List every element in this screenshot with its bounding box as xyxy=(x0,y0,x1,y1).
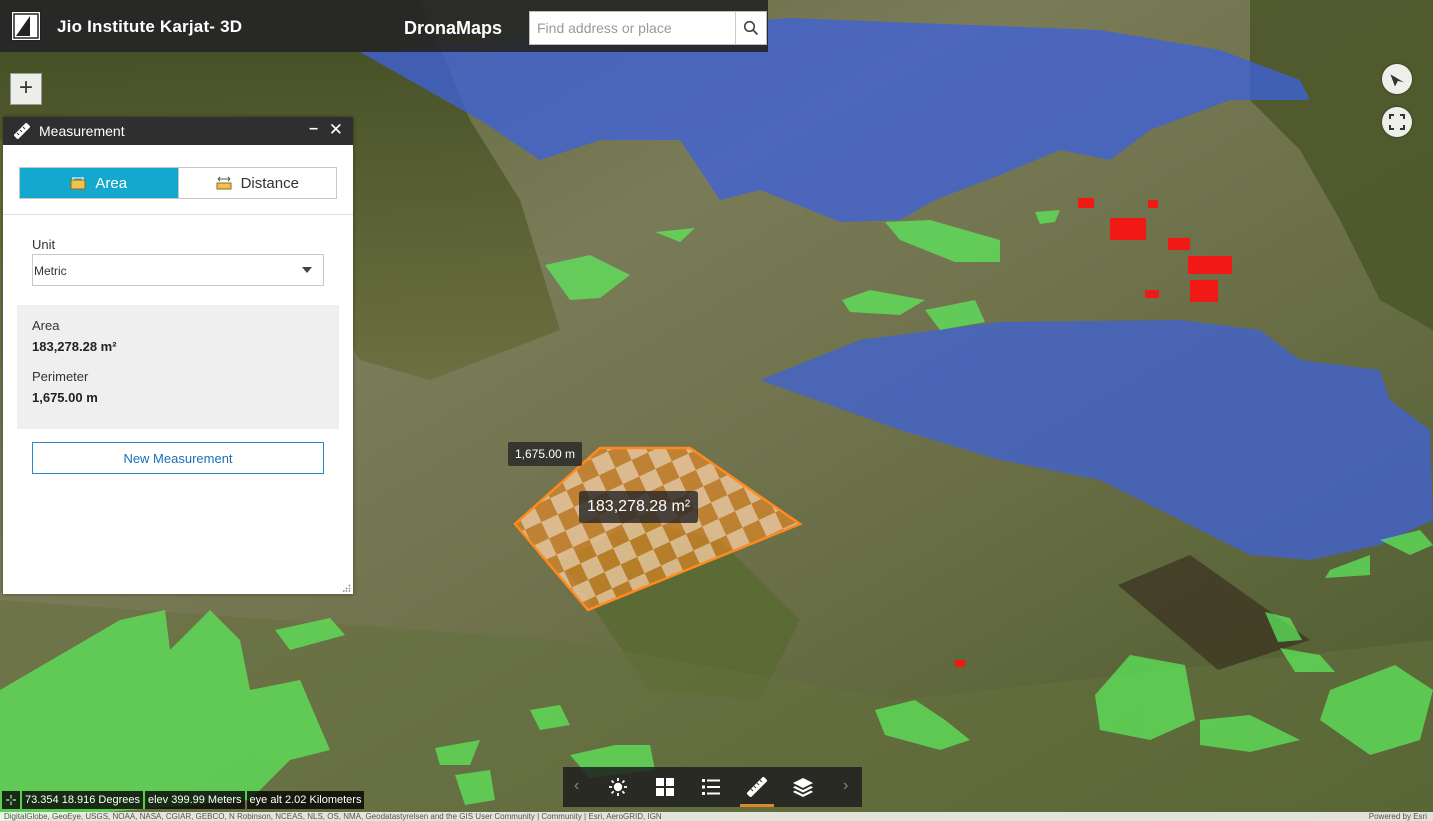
panel-divider xyxy=(3,214,353,215)
toolbar-prev-button[interactable]: ‹ xyxy=(574,777,579,795)
search-input[interactable] xyxy=(530,12,736,44)
sun-icon[interactable] xyxy=(605,774,631,800)
area-icon xyxy=(70,177,86,190)
bottom-toolbar: ‹ › xyxy=(563,767,862,807)
chevron-down-icon xyxy=(302,267,312,273)
search-icon xyxy=(743,20,759,36)
tab-area-label: Area xyxy=(95,174,128,192)
tab-distance[interactable]: Distance xyxy=(177,168,336,198)
ruler-icon xyxy=(14,123,30,139)
grid-icon[interactable] xyxy=(652,774,678,800)
panel-title: Measurement xyxy=(39,123,125,139)
close-button[interactable]: ✕ xyxy=(329,120,343,140)
unit-select[interactable]: Metric xyxy=(32,254,324,286)
logo-icon xyxy=(13,13,39,39)
toolbar-next-button[interactable]: › xyxy=(843,777,848,795)
measure-mode-tabs: Area Distance xyxy=(19,167,337,199)
area-tooltip: 183,278.28 m² xyxy=(579,491,699,523)
perimeter-label: Perimeter xyxy=(32,369,89,384)
resize-grip-icon[interactable] xyxy=(343,584,351,592)
measurement-results: Area 183,278.28 m² Perimeter 1,675.00 m xyxy=(17,305,339,429)
perimeter-tooltip: 1,675.00 m xyxy=(508,442,583,466)
measurement-panel: Measurement – ✕ Area Distance Unit Metri… xyxy=(3,117,353,594)
crosshair-icon[interactable] xyxy=(2,791,20,809)
compass-icon xyxy=(1390,74,1405,87)
area-value: 183,278.28 m² xyxy=(32,339,117,354)
coordinate-bar: 73.354 18.916 Degrees elev 399.99 Meters… xyxy=(2,791,365,809)
tab-area[interactable]: Area xyxy=(20,168,178,198)
attribution-text: DigitalGlobe, GeoEye, USGS, NOAA, NASA, … xyxy=(4,812,662,821)
app-logo xyxy=(11,11,41,41)
list-icon[interactable] xyxy=(698,774,724,800)
zoom-in-button[interactable]: + xyxy=(10,73,42,105)
fullscreen-icon xyxy=(1389,114,1405,130)
ruler-icon[interactable] xyxy=(740,774,774,807)
search-button[interactable] xyxy=(735,12,766,44)
unit-label: Unit xyxy=(32,237,56,252)
panel-header: Measurement – ✕ xyxy=(3,117,353,145)
search-box xyxy=(529,11,767,45)
perimeter-value: 1,675.00 m xyxy=(32,390,98,405)
brand-name: DronaMaps xyxy=(404,18,503,38)
fullscreen-button[interactable] xyxy=(1382,107,1412,137)
layers-icon[interactable] xyxy=(790,774,816,800)
new-measurement-button[interactable]: New Measurement xyxy=(32,442,324,474)
distance-icon xyxy=(216,176,232,190)
eye-altitude-readout: eye alt 2.02 Kilometers xyxy=(246,791,365,809)
elevation-readout: elev 399.99 Meters xyxy=(144,791,245,809)
area-label: Area xyxy=(32,318,60,333)
tab-distance-label: Distance xyxy=(240,174,299,192)
compass-button[interactable] xyxy=(1382,64,1412,94)
app-header: Jio Institute Karjat- 3D DronaMaps xyxy=(0,0,768,52)
lonlat-readout: 73.354 18.916 Degrees xyxy=(22,791,143,809)
app-title: Jio Institute Karjat- 3D xyxy=(57,17,243,36)
map-attribution: DigitalGlobe, GeoEye, USGS, NOAA, NASA, … xyxy=(0,812,1433,821)
powered-by-text[interactable]: Powered by Esri xyxy=(1369,812,1427,821)
unit-select-value: Metric xyxy=(34,264,67,278)
minimize-button[interactable]: – xyxy=(309,120,318,138)
